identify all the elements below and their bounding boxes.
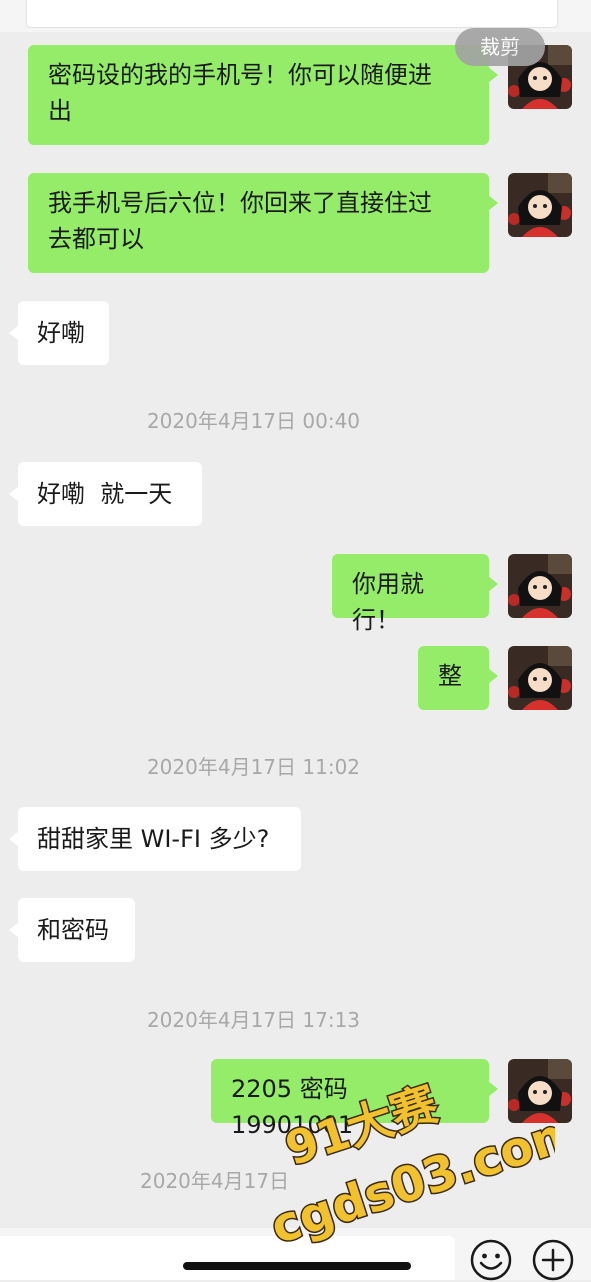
message-bubble-received[interactable]: 好嘞 就一天 — [9, 462, 202, 526]
top-text-field[interactable] — [26, 0, 558, 28]
message-bubble-sent[interactable]: 你用就行！ — [332, 554, 498, 634]
message-text: 出 — [48, 97, 72, 125]
message-text: 密码设的我的手机号！你可以随便进 — [48, 61, 432, 89]
chat-input-bar — [0, 1228, 591, 1282]
crop-button[interactable]: 裁剪 — [455, 28, 545, 66]
message-bubble-sent[interactable]: 整 — [418, 646, 498, 710]
timestamp: 2020年4月17日 00:40 — [146, 409, 361, 433]
home-indicator[interactable] — [183, 1262, 411, 1270]
message-text: 和密码 — [37, 916, 109, 944]
emoji-icon[interactable] — [469, 1238, 513, 1282]
timestamp: 2020年4月17日 — [140, 1165, 289, 1194]
message-text: 甜甜家里 WI-FI 多少? — [37, 825, 270, 853]
avatar[interactable] — [508, 646, 572, 710]
message-bubble-received[interactable]: 甜甜家里 WI-FI 多少? — [9, 807, 301, 871]
message-text: 2205 密码 19901001 — [231, 1075, 354, 1139]
message-text: 好嘞 — [37, 319, 85, 347]
message-bubble-sent[interactable]: 2205 密码 19901001 — [211, 1059, 498, 1139]
timestamp: 2020年4月17日 11:02 — [146, 755, 361, 779]
message-text: 好嘞 就一天 — [37, 480, 173, 508]
message-bubble-sent[interactable]: 密码设的我的手机号！你可以随便进 出 — [28, 45, 498, 145]
message-bubble-sent[interactable]: 我手机号后六位！你回来了直接住过 去都可以 — [28, 173, 498, 273]
timestamp: 2020年4月17日 17:13 — [146, 1008, 361, 1032]
message-text: 你用就行！ — [352, 570, 424, 634]
message-input[interactable] — [0, 1236, 455, 1280]
message-bubble-received[interactable]: 和密码 — [9, 898, 135, 962]
message-text: 我手机号后六位！你回来了直接住过 — [48, 189, 432, 217]
message-text: 整 — [438, 662, 462, 690]
timestamp-text: 2020年4月17日 — [140, 1169, 290, 1193]
avatar[interactable] — [508, 173, 572, 237]
avatar[interactable] — [508, 1059, 572, 1123]
avatar[interactable] — [508, 554, 572, 618]
message-text: 去都可以 — [48, 225, 144, 253]
plus-icon[interactable] — [531, 1238, 575, 1282]
message-bubble-received[interactable]: 好嘞 — [9, 301, 109, 365]
